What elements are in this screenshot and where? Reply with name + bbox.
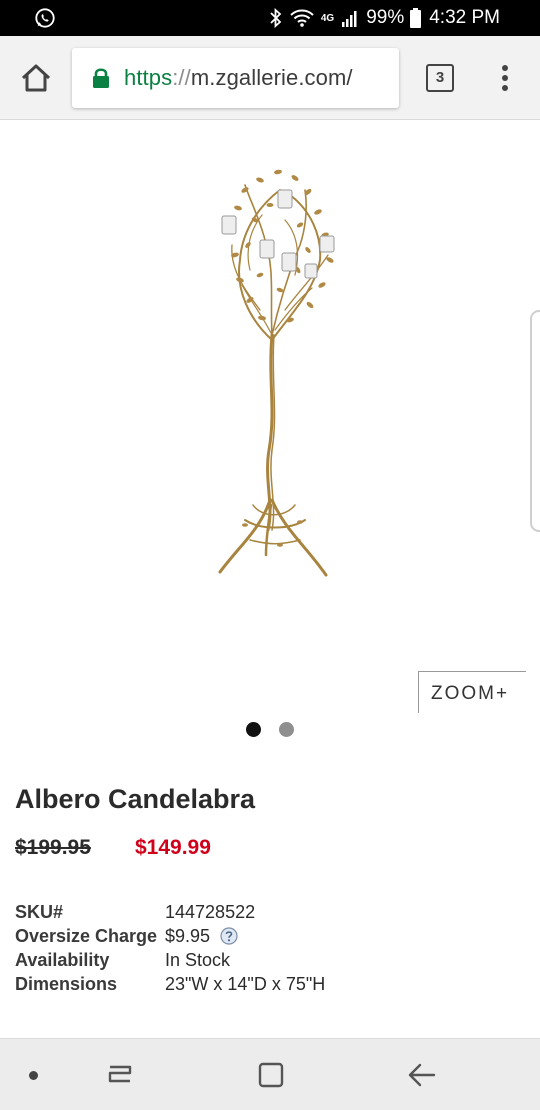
tab-switcher-button[interactable]: 3 (426, 64, 454, 92)
url-host: m.zgallerie.com/ (190, 65, 353, 90)
status-time: 4:32 PM (429, 7, 500, 28)
spec-value: 23"W x 14"D x 75"H (165, 974, 326, 994)
carousel-dot-1[interactable] (246, 722, 261, 737)
back-icon[interactable] (406, 1061, 438, 1089)
spec-value-wrap: $9.95 (165, 926, 238, 947)
spec-label: SKU# (15, 902, 64, 922)
battery-icon (410, 8, 422, 28)
home-icon[interactable] (18, 60, 54, 96)
spec-label: Availability (15, 950, 110, 970)
url-scheme: https (124, 65, 173, 90)
spec-row-availability: Availability In Stock (15, 950, 515, 974)
battery-percent: 99% (366, 7, 405, 28)
product-specs: SKU# 144728522 Oversize Charge $9.95 Ava… (15, 902, 515, 998)
original-price: $199.95 (15, 836, 91, 859)
spec-value: $9.95 (165, 926, 211, 946)
system-nav-bar (0, 1038, 540, 1110)
spec-label: Oversize Charge (15, 926, 158, 946)
recent-apps-icon[interactable] (104, 1061, 136, 1089)
url-text: https://m.zgallerie.com/ (124, 65, 353, 91)
spec-value: In Stock (165, 950, 231, 970)
carousel-indicators (0, 720, 540, 738)
lock-icon (93, 68, 109, 88)
side-drawer-handle[interactable] (530, 310, 540, 532)
spec-row-oversize-charge: Oversize Charge $9.95 (15, 926, 515, 950)
signal-icon (342, 11, 357, 27)
nav-dot-icon[interactable] (29, 1071, 38, 1080)
whatsapp-icon (35, 8, 55, 28)
zoom-button[interactable]: ZOOM+ (418, 671, 526, 713)
more-vert-icon[interactable] (496, 63, 514, 93)
address-bar[interactable]: https://m.zgallerie.com/ (72, 48, 399, 108)
spec-value: 144728522 (165, 902, 256, 922)
help-icon[interactable] (220, 927, 238, 945)
status-bar: 4G 99% 4:32 PM (0, 0, 540, 36)
product-title: Albero Candelabra (15, 784, 256, 814)
bluetooth-icon (270, 8, 282, 28)
carousel-dot-2[interactable] (279, 722, 294, 737)
spec-row-dimensions: Dimensions 23"W x 14"D x 75"H (15, 974, 515, 998)
wifi-icon (290, 9, 314, 27)
home-nav-icon[interactable] (257, 1061, 285, 1089)
sale-price: $149.99 (135, 836, 211, 859)
product-image[interactable] (150, 150, 390, 590)
browser-toolbar: https://m.zgallerie.com/ 3 (0, 36, 540, 120)
spec-label: Dimensions (15, 974, 118, 994)
spec-row-sku: SKU# 144728522 (15, 902, 515, 926)
url-separator: :// (172, 65, 191, 90)
network-type: 4G (320, 12, 335, 24)
